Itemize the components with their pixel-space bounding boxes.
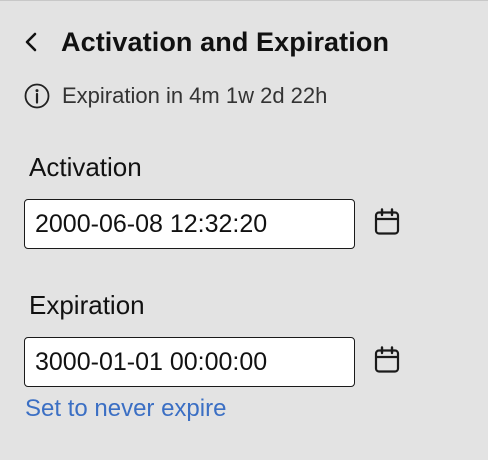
chevron-left-icon bbox=[25, 32, 37, 52]
calendar-icon bbox=[374, 208, 400, 235]
activation-label: Activation bbox=[29, 152, 142, 182]
panel-top-divider bbox=[0, 0, 488, 1]
activation-date-input[interactable] bbox=[24, 199, 355, 249]
expiration-label: Expiration bbox=[29, 290, 145, 320]
info-circle-icon bbox=[24, 83, 50, 109]
activation-calendar-button[interactable] bbox=[374, 208, 400, 236]
page-title: Activation and Expiration bbox=[61, 26, 390, 57]
calendar-icon bbox=[374, 346, 400, 373]
expiration-info-text: Expiration in 4m 1w 2d 22h bbox=[62, 83, 328, 108]
panel-header: Activation and Expiration bbox=[24, 22, 389, 62]
expiration-calendar-button[interactable] bbox=[374, 346, 400, 374]
expiration-date-input[interactable] bbox=[24, 337, 355, 387]
expiration-info: Expiration in 4m 1w 2d 22h bbox=[24, 82, 327, 110]
back-button[interactable] bbox=[24, 22, 48, 62]
set-never-expire-link[interactable]: Set to never expire bbox=[25, 395, 226, 423]
